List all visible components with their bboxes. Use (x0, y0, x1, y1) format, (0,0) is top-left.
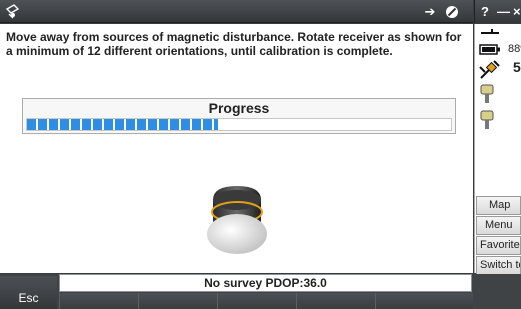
receiver-icon[interactable] (480, 84, 494, 104)
gnss-antenna-icon (481, 29, 499, 34)
favorites-button[interactable]: Favorites (476, 236, 521, 255)
satellite-icon[interactable] (477, 58, 503, 82)
switch-to-button[interactable]: Switch to (476, 256, 521, 275)
status-title-bar: ? — × (474, 0, 521, 23)
progress-bar (26, 118, 452, 131)
progress-label: Progress (208, 100, 270, 116)
esc-button[interactable]: Esc (0, 276, 57, 309)
map-button[interactable]: Map (476, 196, 521, 215)
function-key-1[interactable] (59, 293, 138, 309)
progress-panel: Progress (22, 98, 456, 134)
calibration-panel: Move away from sources of magnetic distu… (0, 24, 473, 273)
instruction-text: Move away from sources of magnetic distu… (6, 30, 462, 58)
function-key-4[interactable] (296, 293, 375, 309)
satellite-count: 5 (513, 59, 521, 75)
progress-fill (27, 119, 218, 130)
minimize-button[interactable]: — (497, 3, 510, 20)
exit-icon[interactable]: ➔ (421, 3, 439, 20)
battery-icon (479, 44, 500, 55)
battery-level: 88% (508, 43, 521, 55)
receiver-app-icon[interactable] (4, 3, 21, 20)
receiver-image (205, 178, 269, 263)
receiver-icon[interactable] (480, 110, 494, 130)
help-button[interactable]: ? (481, 3, 489, 20)
title-bar: ➔ (0, 0, 473, 23)
close-button[interactable]: × (513, 3, 521, 20)
no-entry-icon[interactable] (443, 3, 461, 20)
menu-button[interactable]: Menu (476, 216, 521, 235)
survey-status-line: No survey PDOP:36.0 (59, 274, 472, 292)
function-key-2[interactable] (138, 293, 217, 309)
function-key-5[interactable] (375, 293, 473, 309)
function-key-3[interactable] (217, 293, 296, 309)
